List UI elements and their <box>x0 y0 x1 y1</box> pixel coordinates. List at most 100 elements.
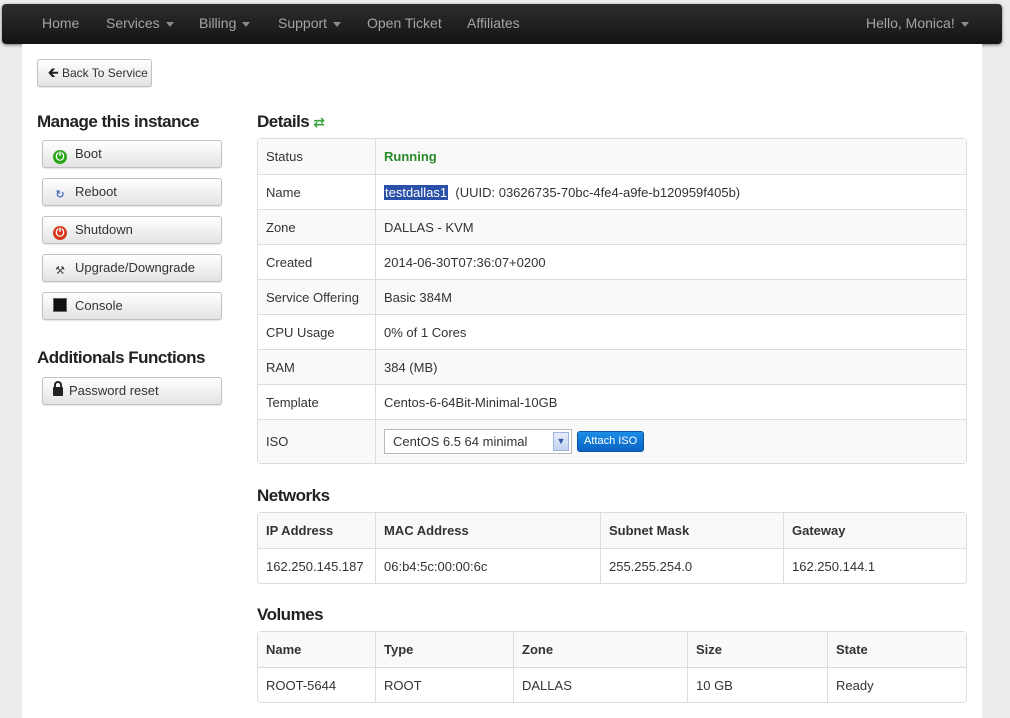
details-title-text: Details <box>257 112 310 131</box>
table-row: CPU Usage 0% of 1 Cores <box>258 314 966 349</box>
chevron-down-icon: ▼ <box>553 432 569 451</box>
additional-functions-heading: Additionals Functions <box>37 348 206 367</box>
nav-billing[interactable]: Billing <box>199 4 251 44</box>
ram-label: RAM <box>258 349 375 384</box>
boot-label: Boot <box>75 146 102 161</box>
table-header-row: Name Type Zone Size State <box>258 632 966 667</box>
nav-services-label: Services <box>106 15 160 31</box>
column-header: Gateway <box>783 513 966 548</box>
refresh-icon[interactable]: ⇄ <box>313 114 325 130</box>
column-header: Zone <box>513 632 687 667</box>
volume-type-cell: ROOT <box>375 667 513 702</box>
column-header: MAC Address <box>375 513 600 548</box>
service-offering-label: Service Offering <box>258 279 375 314</box>
caret-down-icon <box>242 21 251 27</box>
user-greeting: Hello, Monica! <box>866 15 955 31</box>
volume-name-cell: ROOT-5644 <box>258 667 375 702</box>
tools-icon: ⚒ <box>55 265 65 277</box>
back-to-service-label: Back To Service <box>62 66 148 80</box>
upgrade-downgrade-label: Upgrade/Downgrade <box>75 260 195 275</box>
template-label: Template <box>258 384 375 419</box>
table-row: Created 2014-06-30T07:36:07+0200 <box>258 244 966 279</box>
nav-billing-label: Billing <box>199 15 237 31</box>
nav-home[interactable]: Home <box>42 4 79 44</box>
reboot-button[interactable]: ↻ Reboot <box>42 178 222 206</box>
password-reset-label: Password reset <box>69 383 159 398</box>
lock-icon <box>53 381 63 396</box>
zone-value: DALLAS - KVM <box>375 209 966 244</box>
table-row: Status Running <box>258 139 966 174</box>
console-button[interactable]: Console <box>42 292 222 320</box>
status-value: Running <box>384 149 437 164</box>
cpu-usage-value: 0% of 1 Cores <box>375 314 966 349</box>
table-row: ISO CentOS 6.5 64 minimal ▼ Attach ISO <box>258 419 966 463</box>
volume-size-cell: 10 GB <box>687 667 827 702</box>
details-table: Status Running Name testdallas1 (UUID: 0… <box>257 138 967 464</box>
power-off-icon: ⏻ <box>53 226 67 240</box>
console-label: Console <box>75 298 123 313</box>
table-row: Template Centos-6-64Bit-Minimal-10GB <box>258 384 966 419</box>
top-navbar: Home Services Billing Support Open Ticke… <box>2 4 1002 44</box>
instance-uuid: (UUID: 03626735-70bc-4fe4-a9fe-b120959f4… <box>455 184 741 200</box>
column-header: Subnet Mask <box>600 513 783 548</box>
column-header: State <box>827 632 966 667</box>
table-row: 162.250.145.187 06:b4:5c:00:00:6c 255.25… <box>258 548 966 583</box>
back-to-service-button[interactable]: 🡰 Back To Service <box>37 59 152 87</box>
ram-value: 384 (MB) <box>375 349 966 384</box>
template-value: Centos-6-64Bit-Minimal-10GB <box>375 384 966 419</box>
shutdown-button[interactable]: ⏻ Shutdown <box>42 216 222 244</box>
created-value: 2014-06-30T07:36:07+0200 <box>375 244 966 279</box>
table-header-row: IP Address MAC Address Subnet Mask Gatew… <box>258 513 966 548</box>
table-row: Zone DALLAS - KVM <box>258 209 966 244</box>
status-label: Status <box>258 139 375 174</box>
instance-name-value[interactable]: testdallas1 <box>384 184 449 200</box>
cpu-usage-label: CPU Usage <box>258 314 375 349</box>
mac-address-cell: 06:b4:5c:00:00:6c <box>375 548 600 583</box>
table-row: ROOT-5644 ROOT DALLAS 10 GB Ready <box>258 667 966 702</box>
zone-label: Zone <box>258 209 375 244</box>
main-content: 🡰 Back To Service Manage this instance ⏻ B… <box>22 44 982 718</box>
iso-label: ISO <box>258 419 375 463</box>
table-row: Service Offering Basic 384M <box>258 279 966 314</box>
nav-support[interactable]: Support <box>278 4 342 44</box>
volumes-table: Name Type Zone Size State ROOT-5644 ROOT… <box>257 631 967 703</box>
column-header: Size <box>687 632 827 667</box>
gateway-cell: 162.250.144.1 <box>783 548 966 583</box>
nav-affiliates-label: Affiliates <box>467 15 520 31</box>
console-icon <box>53 298 67 312</box>
nav-open-ticket-label: Open Ticket <box>367 15 442 31</box>
nav-open-ticket[interactable]: Open Ticket <box>367 4 442 44</box>
password-reset-button[interactable]: Password reset <box>42 377 222 405</box>
caret-down-icon <box>333 21 342 27</box>
column-header: IP Address <box>258 513 375 548</box>
volumes-title: Volumes <box>257 605 324 624</box>
caret-down-icon <box>165 21 174 27</box>
nav-affiliates[interactable]: Affiliates <box>467 4 520 44</box>
created-label: Created <box>258 244 375 279</box>
ip-address-cell: 162.250.145.187 <box>258 548 375 583</box>
power-on-icon: ⏻ <box>53 150 67 164</box>
volume-state-cell: Ready <box>827 667 966 702</box>
attach-iso-button[interactable]: Attach ISO <box>577 431 645 452</box>
arrow-left-icon: 🡰 <box>48 65 59 80</box>
networks-table: IP Address MAC Address Subnet Mask Gatew… <box>257 512 967 584</box>
volume-zone-cell: DALLAS <box>513 667 687 702</box>
nav-services[interactable]: Services <box>106 4 174 44</box>
manage-instance-heading: Manage this instance <box>37 112 199 131</box>
shutdown-label: Shutdown <box>75 222 133 237</box>
reboot-icon: ↻ <box>55 189 65 201</box>
boot-button[interactable]: ⏻ Boot <box>42 140 222 168</box>
details-title: Details ⇄ <box>257 112 325 132</box>
networks-title: Networks <box>257 486 330 505</box>
upgrade-downgrade-button[interactable]: ⚒ Upgrade/Downgrade <box>42 254 222 282</box>
caret-down-icon <box>960 21 969 27</box>
table-row: Name testdallas1 (UUID: 03626735-70bc-4f… <box>258 174 966 209</box>
iso-select[interactable]: CentOS 6.5 64 minimal ▼ <box>384 429 572 454</box>
subnet-mask-cell: 255.255.254.0 <box>600 548 783 583</box>
nav-user-menu[interactable]: Hello, Monica! <box>866 4 969 44</box>
nav-home-label: Home <box>42 15 80 31</box>
column-header: Name <box>258 632 375 667</box>
iso-selected-value: CentOS 6.5 64 minimal <box>393 434 528 449</box>
column-header: Type <box>375 632 513 667</box>
name-label: Name <box>258 174 375 209</box>
